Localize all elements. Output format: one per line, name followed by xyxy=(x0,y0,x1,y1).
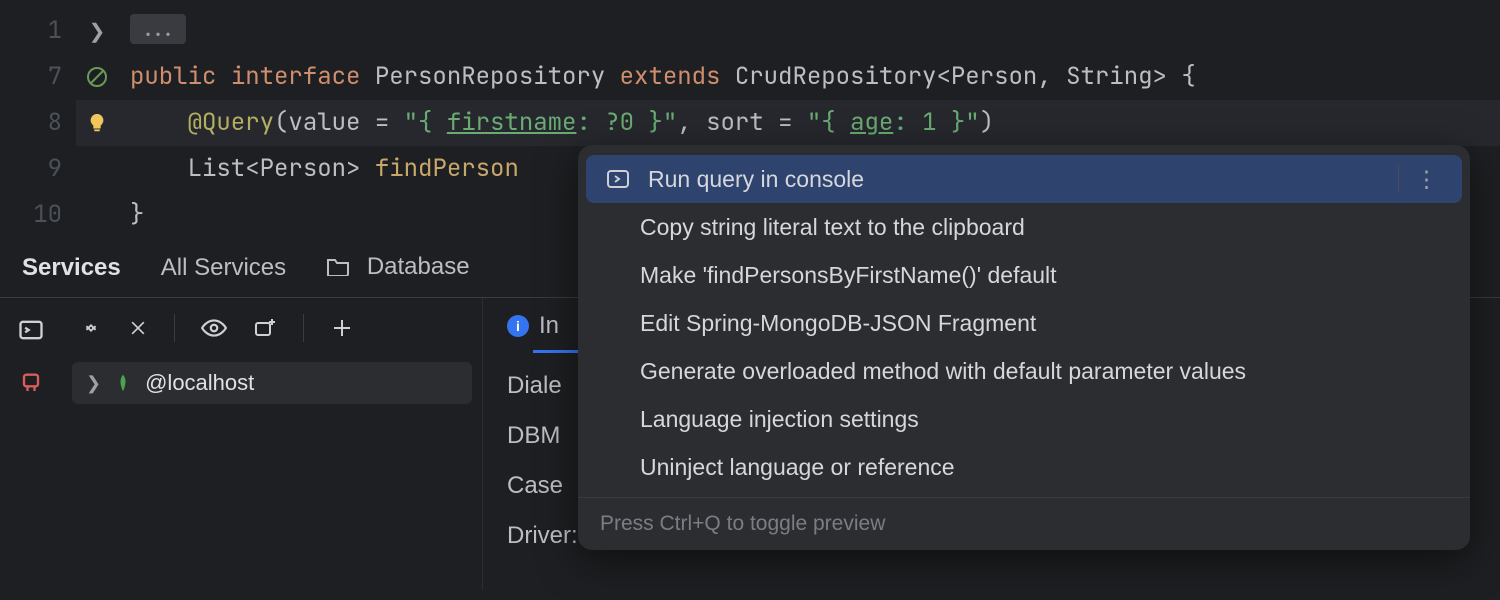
line-number: 9 xyxy=(0,146,76,192)
popup-item-run-query[interactable]: Run query in console ⋮ xyxy=(586,155,1462,203)
popup-item-uninject[interactable]: Uninject language or reference xyxy=(578,443,1470,491)
gutter-icons: ❯ xyxy=(76,0,118,238)
intention-actions-popup: Run query in console ⋮ Copy string liter… xyxy=(578,145,1470,550)
chevron-right-icon[interactable]: ❯ xyxy=(89,19,106,44)
line-number: 7 xyxy=(0,54,76,100)
popup-item-injection-settings[interactable]: Language injection settings xyxy=(578,395,1470,443)
info-label: In xyxy=(539,312,559,340)
info-icon: i xyxy=(507,315,529,337)
popup-item-copy-literal[interactable]: Copy string literal text to the clipboar… xyxy=(578,203,1470,251)
line-number: 8 xyxy=(0,100,76,146)
divider xyxy=(1398,165,1399,193)
datasource-label: @localhost xyxy=(145,370,254,396)
tab-database[interactable]: Database xyxy=(326,253,469,283)
line-number: 1 xyxy=(0,8,76,54)
line-number-gutter: 1 7 8 9 10 xyxy=(0,0,76,238)
services-tree: ❯ @localhost xyxy=(62,298,482,590)
chevron-right-icon: ❯ xyxy=(86,373,101,394)
popup-item-edit-fragment[interactable]: Edit Spring-MongoDB-JSON Fragment xyxy=(578,299,1470,347)
more-icon[interactable]: ⋮ xyxy=(1415,166,1438,193)
mongo-leaf-icon xyxy=(113,373,133,393)
no-entry-icon[interactable] xyxy=(76,54,118,100)
bulb-icon[interactable] xyxy=(76,100,118,146)
sort-icon[interactable] xyxy=(80,317,102,339)
popup-item-make-default[interactable]: Make 'findPersonsByFirstName()' default xyxy=(578,251,1470,299)
popup-item-generate-overload[interactable]: Generate overloaded method with default … xyxy=(578,347,1470,395)
folder-icon xyxy=(326,255,350,283)
services-title[interactable]: Services xyxy=(22,254,121,282)
new-tab-icon[interactable] xyxy=(253,316,277,340)
terminal-icon[interactable] xyxy=(17,316,45,344)
panel-left-rail xyxy=(0,298,62,590)
plug-icon[interactable] xyxy=(17,370,45,398)
plus-icon[interactable] xyxy=(330,316,354,340)
close-icon[interactable] xyxy=(128,318,148,338)
tab-all-services[interactable]: All Services xyxy=(161,254,286,282)
folded-region[interactable]: ... xyxy=(130,14,186,44)
console-icon xyxy=(606,169,632,189)
eye-icon[interactable] xyxy=(201,318,227,338)
popup-footer-hint: Press Ctrl+Q to toggle preview xyxy=(578,497,1470,550)
datasource-node[interactable]: ❯ @localhost xyxy=(72,362,472,404)
line-number: 10 xyxy=(0,192,76,238)
